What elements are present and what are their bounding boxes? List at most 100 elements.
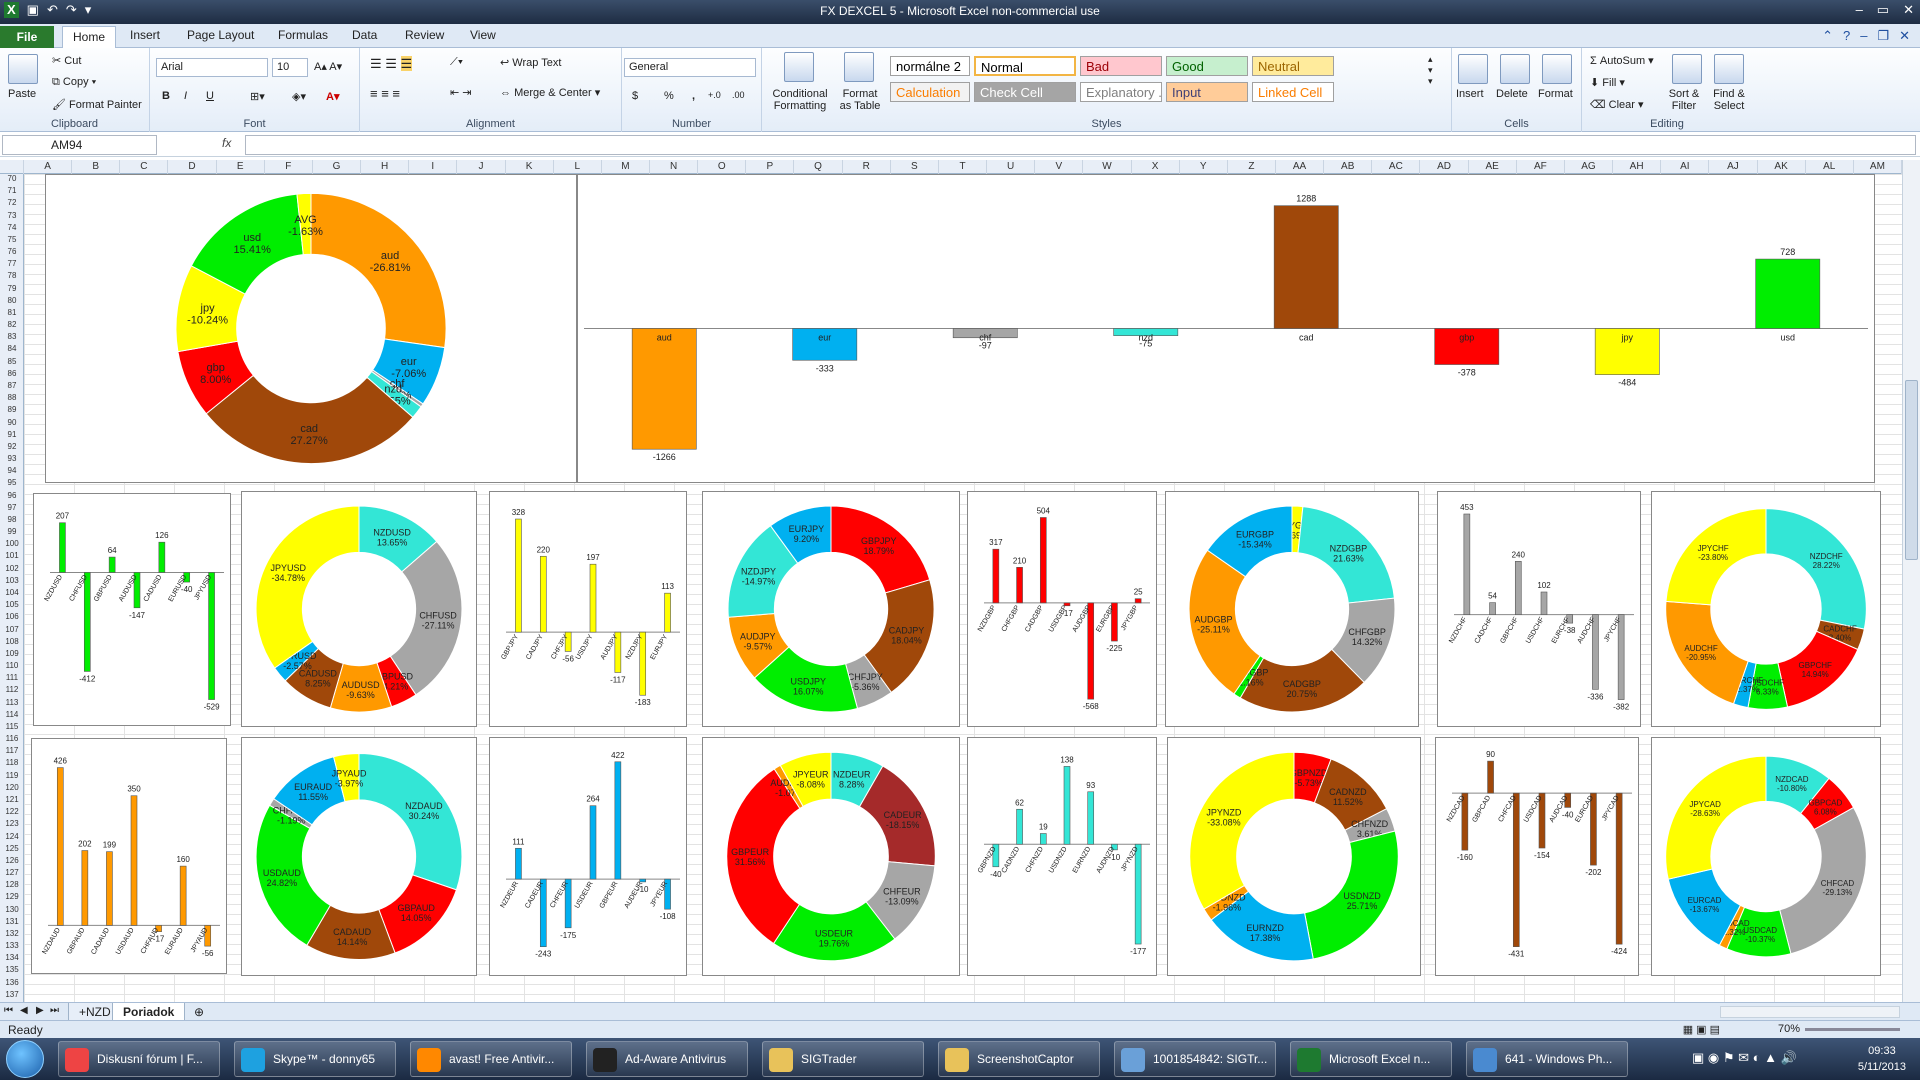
chart-aud-pie[interactable]: NZDAUD 30.24% GBPAUD 14.05% CADAUD 14.14% USDA…	[241, 737, 477, 976]
column-header[interactable]: Z	[1228, 160, 1276, 174]
chart-eur-pie[interactable]: NZDEUR 8.28% CADEUR -18.15% CHFEUR -13.09% USD…	[702, 737, 960, 976]
row-header[interactable]: 126	[0, 856, 24, 868]
row-header[interactable]: 104	[0, 588, 24, 600]
row-header[interactable]: 113	[0, 698, 24, 710]
column-header[interactable]: M	[602, 160, 650, 174]
format-cells-button[interactable]: Format	[1538, 88, 1573, 100]
cell-style-7[interactable]: Check Cell	[974, 82, 1076, 102]
vertical-scrollbar[interactable]	[1902, 160, 1920, 1002]
format-painter-button[interactable]: 🖌 Format Painter	[52, 98, 142, 111]
column-header[interactable]: W	[1083, 160, 1132, 174]
find-select-icon[interactable]	[1714, 54, 1744, 84]
row-header[interactable]: 74	[0, 223, 24, 235]
row-header[interactable]: 94	[0, 466, 24, 478]
row-header[interactable]: 135	[0, 965, 24, 977]
insert-function-button[interactable]: fx	[222, 136, 231, 150]
column-header[interactable]: O	[698, 160, 747, 174]
row-header[interactable]: 133	[0, 941, 24, 953]
percent-button[interactable]: %	[664, 90, 674, 102]
tab-home[interactable]: Home	[62, 26, 117, 48]
insert-cells-button[interactable]: Insert	[1456, 88, 1484, 100]
paste-icon[interactable]	[8, 54, 38, 84]
cell-style-1[interactable]: normálne 2	[890, 56, 970, 76]
conditional-formatting-icon[interactable]	[784, 52, 814, 82]
row-header[interactable]: 129	[0, 892, 24, 904]
column-header[interactable]: AH	[1613, 160, 1662, 174]
orientation-icon[interactable]: ⟋▾	[450, 56, 463, 69]
row-header[interactable]: 109	[0, 649, 24, 661]
chart-chf-bar[interactable]: 453 NZDCHF 54 CADCHF 240 GBPCHF 102 USDCHF -38 EU…	[1437, 491, 1641, 727]
column-header[interactable]: AG	[1565, 160, 1614, 174]
last-sheet-icon[interactable]: ⏭	[50, 1005, 59, 1016]
next-sheet-icon[interactable]: ▶	[36, 1005, 44, 1016]
taskbar-item[interactable]: ScreenshotCaptor	[938, 1041, 1100, 1077]
chart-aud-bar[interactable]: 426 NZDAUD 202 GBPAUD 199 CADAUD 350 USDAUD -17 C…	[31, 738, 227, 974]
column-header[interactable]: I	[409, 160, 458, 174]
chart-eur-bar[interactable]: 111 NZDEUR -243 CADEUR -175 CHFEUR 264 USDEUR 42…	[489, 737, 687, 976]
prev-sheet-icon[interactable]: ◀	[20, 1005, 28, 1016]
column-header[interactable]: U	[987, 160, 1036, 174]
row-header[interactable]: 72	[0, 198, 24, 210]
row-header[interactable]: 137	[0, 990, 24, 1002]
close-icon[interactable]: ✕	[1903, 2, 1914, 18]
formula-input[interactable]	[245, 135, 1916, 155]
column-header[interactable]: AB	[1324, 160, 1373, 174]
name-box[interactable]: AM94	[2, 135, 157, 155]
column-header[interactable]: K	[506, 160, 554, 174]
row-header[interactable]: 111	[0, 673, 24, 685]
column-header[interactable]: V	[1035, 160, 1084, 174]
cell-style-6[interactable]: Calculation	[890, 82, 970, 102]
row-header[interactable]: 131	[0, 917, 24, 929]
row-header[interactable]: 97	[0, 503, 24, 515]
insert-sheet-icon[interactable]: ⊕	[194, 1005, 204, 1019]
column-header[interactable]: A	[24, 160, 73, 174]
minimize-ribbon-icon[interactable]: ⌃	[1822, 28, 1833, 44]
row-header[interactable]: 102	[0, 564, 24, 576]
copy-button[interactable]: ⧉ Copy ▾	[52, 76, 96, 89]
format-cells-icon[interactable]	[1542, 54, 1572, 84]
chart-chf-pie[interactable]: NZDCHF 28.22% CADCHF 3.40% GBPCHF 14.94% USDCH…	[1651, 491, 1881, 727]
merge-center-button[interactable]: ⇔ Merge & Center ▾	[500, 86, 600, 99]
row-header[interactable]: 80	[0, 296, 24, 308]
tab-insert[interactable]: Insert	[130, 28, 160, 42]
row-header[interactable]: 92	[0, 442, 24, 454]
chart-usd-pie[interactable]: NZDUSD 13.65% CHFUSD -27.11% GBPUSD -4.21% AUD…	[241, 491, 477, 727]
row-header[interactable]: 105	[0, 600, 24, 612]
insert-cells-icon[interactable]	[1458, 54, 1488, 84]
row-header[interactable]: 81	[0, 308, 24, 320]
fill-button[interactable]: ⬇ Fill ▾	[1590, 76, 1625, 89]
row-header[interactable]: 71	[0, 186, 24, 198]
row-header[interactable]: 76	[0, 247, 24, 259]
align-top-icon[interactable]: ☰ ☰ ☰	[370, 56, 413, 72]
row-header[interactable]: 84	[0, 344, 24, 356]
chart-main-pie[interactable]: aud-26.81%eur-7.06%chf-0.4%nzd-1.55%cad2…	[45, 174, 577, 483]
tab-data[interactable]: Data	[352, 28, 377, 42]
column-header[interactable]: AI	[1661, 160, 1710, 174]
row-header[interactable]: 98	[0, 515, 24, 527]
cell-style-5[interactable]: Neutral	[1252, 56, 1334, 76]
row-header[interactable]: 90	[0, 418, 24, 430]
row-header[interactable]: 122	[0, 807, 24, 819]
fill-color-icon[interactable]: ◈▾	[292, 90, 306, 103]
row-header[interactable]: 134	[0, 953, 24, 965]
currency-button[interactable]: $	[632, 90, 638, 102]
column-header[interactable]: AM	[1854, 160, 1902, 174]
taskbar-item[interactable]: Skype™ - donny65	[234, 1041, 396, 1077]
horizontal-scrollbar[interactable]	[1720, 1006, 1900, 1018]
row-header[interactable]: 124	[0, 832, 24, 844]
autosum-button[interactable]: Σ AutoSum ▾	[1590, 54, 1654, 67]
font-color-icon[interactable]: A▾	[326, 90, 339, 103]
column-header[interactable]: L	[554, 160, 602, 174]
row-header[interactable]: 83	[0, 332, 24, 344]
taskbar-item[interactable]: 1001854842: SIGTr...	[1114, 1041, 1276, 1077]
italic-button[interactable]: I	[184, 90, 187, 102]
borders-icon[interactable]: ⊞▾	[250, 90, 265, 103]
view-buttons-icon[interactable]: ▦ ▣ ▤	[1683, 1023, 1720, 1036]
sort-filter-icon[interactable]	[1672, 54, 1702, 84]
bold-button[interactable]: B	[162, 90, 170, 102]
row-header[interactable]: 86	[0, 369, 24, 381]
row-header[interactable]: 87	[0, 381, 24, 393]
column-header[interactable]: H	[361, 160, 410, 174]
sheet-tab-poriadok[interactable]: Poriadok	[112, 1003, 186, 1021]
column-header[interactable]: AC	[1372, 160, 1421, 174]
